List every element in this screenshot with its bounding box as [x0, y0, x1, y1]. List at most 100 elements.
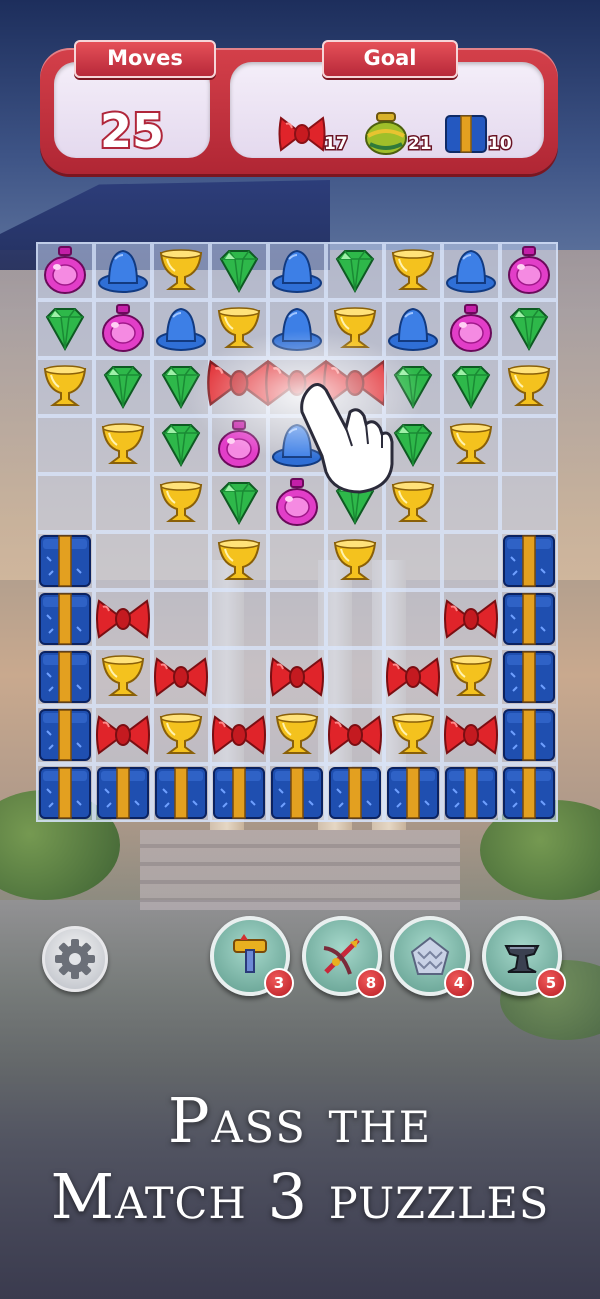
goal-bow: 17 [278, 112, 368, 158]
promo-caption-line2: Match 3 puzzles [50, 1160, 550, 1233]
board-cell[interactable] [500, 474, 558, 532]
goal-gift-count: 10 [487, 133, 514, 156]
red-bow-icon[interactable] [443, 707, 499, 763]
pink-potion-icon[interactable] [443, 301, 499, 357]
yellow-cup-icon[interactable] [37, 359, 93, 415]
board-cell[interactable] [384, 590, 442, 648]
board-cell[interactable] [268, 532, 326, 590]
blue-hat-icon[interactable] [153, 301, 209, 357]
red-bow-icon[interactable] [95, 591, 151, 647]
red-bow-icon[interactable] [385, 649, 441, 705]
red-bow-icon[interactable] [95, 707, 151, 763]
blue-gift-box-icon[interactable] [501, 765, 557, 821]
blue-gift-box-icon[interactable] [95, 765, 151, 821]
green-gem-icon[interactable] [211, 243, 267, 299]
yellow-cup-icon[interactable] [385, 707, 441, 763]
red-bow-icon[interactable] [443, 591, 499, 647]
diamond-cluster-booster-button[interactable]: 4 [390, 916, 474, 998]
blue-gift-box-icon[interactable] [501, 533, 557, 589]
green-gem-icon[interactable] [501, 301, 557, 357]
hammer-booster-button[interactable]: 3 [210, 916, 294, 998]
board-cell[interactable] [326, 590, 384, 648]
blue-hat-icon[interactable] [443, 243, 499, 299]
board-cell[interactable] [442, 474, 500, 532]
green-vase-icon [365, 112, 407, 155]
hammer-icon [233, 934, 267, 973]
board-cell[interactable] [36, 474, 94, 532]
green-gem-icon[interactable] [327, 243, 383, 299]
blue-gift-box-icon[interactable] [37, 765, 93, 821]
yellow-cup-icon[interactable] [153, 243, 209, 299]
board-cell[interactable] [152, 590, 210, 648]
blue-gift-box-icon[interactable] [501, 649, 557, 705]
blue-gift-box-icon[interactable] [501, 707, 557, 763]
blue-gift-box-icon[interactable] [37, 649, 93, 705]
yellow-cup-icon[interactable] [153, 475, 209, 531]
board-cell[interactable] [326, 648, 384, 706]
blue-gift-box-icon[interactable] [37, 591, 93, 647]
red-bow-icon[interactable] [327, 707, 383, 763]
yellow-cup-icon[interactable] [327, 533, 383, 589]
red-bow-icon[interactable] [211, 707, 267, 763]
board-cell[interactable] [94, 474, 152, 532]
yellow-cup-icon[interactable] [501, 359, 557, 415]
gear-icon [55, 939, 95, 979]
green-gem-icon[interactable] [37, 301, 93, 357]
moves-label: Moves [74, 40, 216, 78]
pink-potion-icon[interactable] [95, 301, 151, 357]
blue-hat-icon[interactable] [269, 243, 325, 299]
blue-gift-box-icon[interactable] [501, 591, 557, 647]
yellow-cup-icon[interactable] [269, 707, 325, 763]
anvil-count-badge: 5 [536, 968, 566, 998]
goal-vase-count: 21 [407, 133, 434, 156]
blue-gift-box-icon[interactable] [37, 707, 93, 763]
green-gem-icon[interactable] [211, 475, 267, 531]
game-screen: 25 17 21 10 Moves Goal 3 8 4 5 Pass the … [0, 0, 600, 1299]
pink-potion-icon[interactable] [37, 243, 93, 299]
board-cell[interactable] [210, 648, 268, 706]
crossbow-count-badge: 8 [356, 968, 386, 998]
red-bow-icon[interactable] [269, 649, 325, 705]
blue-hat-icon[interactable] [385, 301, 441, 357]
yellow-cup-icon[interactable] [443, 649, 499, 705]
goal-label: Goal [322, 40, 458, 78]
blue-gift-box-icon[interactable] [153, 765, 209, 821]
yellow-cup-icon[interactable] [95, 649, 151, 705]
red-bow-icon [278, 116, 326, 152]
hammer-count-badge: 3 [264, 968, 294, 998]
anvil-icon [504, 945, 540, 973]
blue-gift-box-icon[interactable] [443, 765, 499, 821]
crossbow-booster-button[interactable]: 8 [302, 916, 386, 998]
blue-gift-box-icon[interactable] [385, 765, 441, 821]
blue-gift-box-icon[interactable] [37, 533, 93, 589]
green-gem-icon[interactable] [95, 359, 151, 415]
blue-gift-box-icon[interactable] [327, 765, 383, 821]
anvil-booster-button[interactable]: 5 [482, 916, 566, 998]
settings-button[interactable] [42, 926, 108, 992]
yellow-cup-icon[interactable] [211, 533, 267, 589]
board-cell[interactable] [36, 416, 94, 474]
blue-gift-box-icon[interactable] [269, 765, 325, 821]
blue-hat-icon[interactable] [95, 243, 151, 299]
board-cell[interactable] [442, 532, 500, 590]
board-cell[interactable] [152, 532, 210, 590]
yellow-cup-icon[interactable] [385, 243, 441, 299]
tutorial-hand-pointer-icon [300, 383, 394, 494]
pink-potion-icon[interactable] [501, 243, 557, 299]
goal-bow-count: 17 [323, 133, 350, 156]
red-bow-icon[interactable] [153, 649, 209, 705]
board-cell[interactable] [268, 590, 326, 648]
blue-gift-box-icon [445, 115, 487, 153]
yellow-cup-icon[interactable] [153, 707, 209, 763]
yellow-cup-icon[interactable] [95, 417, 151, 473]
front-steps [140, 830, 460, 910]
blue-gift-box-icon[interactable] [211, 765, 267, 821]
promo-caption-line1: Pass the [167, 1084, 433, 1157]
board-cell[interactable] [500, 416, 558, 474]
board-cell[interactable] [210, 590, 268, 648]
yellow-cup-icon[interactable] [443, 417, 499, 473]
green-gem-icon[interactable] [443, 359, 499, 415]
goal-vase: 21 [362, 112, 452, 158]
board-cell[interactable] [384, 532, 442, 590]
board-cell[interactable] [94, 532, 152, 590]
